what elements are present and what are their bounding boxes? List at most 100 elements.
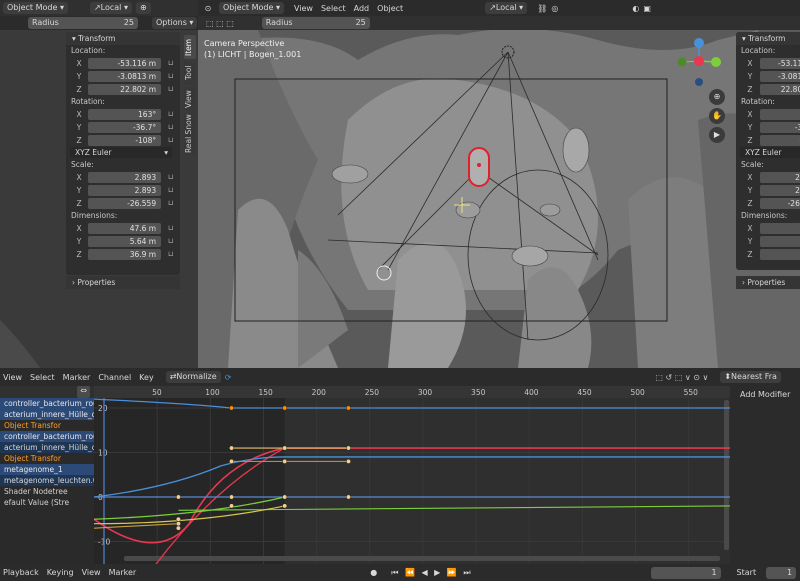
current-frame-field[interactable]: 1 [650, 566, 721, 579]
add-modifier-dropdown[interactable]: Add Modifier [740, 390, 800, 399]
graph-menu-channel[interactable]: Channel [98, 373, 131, 382]
filter-icons[interactable]: ⬚ ↺ ⬚ ∨ ⊙ ∨ [655, 373, 708, 382]
graph-area[interactable]: 5010015020025030035040045050055020100-10 [94, 386, 730, 564]
lock-icon[interactable]: ⊔ [165, 223, 176, 233]
graph-canvas[interactable]: 5010015020025030035040045050055020100-10 [94, 386, 730, 564]
location-x-field[interactable]: -53.116 m [88, 57, 162, 69]
tab-real-snow[interactable]: Real Snow [184, 113, 196, 155]
pivot-dropdown[interactable]: ↗ Local ▾ [89, 2, 132, 14]
rotation-mode-dropdown[interactable]: XYZ Euler ▾ [70, 147, 172, 158]
lock-icon[interactable]: ⊔ [165, 109, 176, 119]
start-frame-field[interactable]: 1 [766, 566, 797, 579]
lock-icon[interactable]: ⊔ [165, 122, 176, 132]
transform-title[interactable]: ▾ Transform [66, 32, 180, 45]
xray-icon[interactable]: ▣ [643, 4, 651, 13]
channel-row[interactable]: metagenome_1 [0, 464, 94, 475]
viewport-mode-dropdown[interactable]: Object Mode ▾ [219, 2, 284, 14]
scale-x-field[interactable]: 2.893 [88, 171, 162, 183]
dimensions-z-field[interactable]: 36.9 m [88, 248, 162, 260]
channel-row[interactable]: Object Transfor [0, 453, 94, 464]
right-location-z-field[interactable]: 22.802 [760, 83, 800, 95]
graph-menu-select[interactable]: Select [30, 373, 55, 382]
select-box-icon[interactable]: ⬚ ⬚ ⬚ [206, 19, 234, 28]
dimensions-x-field[interactable]: 47.6 m [88, 222, 162, 234]
sync-icon[interactable]: ⇔ [77, 386, 90, 398]
options-dropdown[interactable]: Options ▾ [152, 17, 198, 29]
playback-controls[interactable]: ⏮ ⏪ ◀ ▶ ⏩ ⏭ [391, 568, 472, 578]
lock-icon[interactable]: ⊔ [165, 236, 176, 246]
interpolation-dropdown[interactable]: ⬍ Nearest Fra [720, 371, 781, 383]
menu-object[interactable]: Object [377, 4, 403, 13]
right-location-y-field[interactable]: -3.0813 [760, 70, 800, 82]
graph-menu-key[interactable]: Key [139, 373, 154, 382]
menu-add[interactable]: Add [354, 4, 370, 13]
lock-icon[interactable]: ⊔ [165, 249, 176, 259]
menu-timeline-view[interactable]: View [82, 568, 101, 577]
refresh-icon[interactable]: ⟳ [225, 373, 232, 382]
rotation-y-field[interactable]: -36.7° [88, 121, 162, 133]
channel-row[interactable]: Shader Nodetree [0, 486, 94, 497]
radius-field[interactable]: Radius 25 [28, 17, 138, 29]
channel-row[interactable]: Object Transfor [0, 420, 94, 431]
graph-menu-view[interactable]: View [3, 373, 22, 382]
channel-row[interactable]: acterium_innere_Hülle_contro [0, 442, 94, 453]
right-scale-z-field[interactable]: -26.5 [760, 197, 800, 209]
menu-timeline-marker[interactable]: Marker [109, 568, 137, 577]
properties-panel[interactable]: › Properties [66, 276, 180, 289]
navigation-gizmo[interactable] [674, 36, 734, 92]
lock-icon[interactable]: ⊔ [165, 172, 176, 182]
right-scale-x-field[interactable]: 2.8 [760, 171, 800, 183]
right-dimensions-x-field[interactable] [760, 222, 800, 234]
tab-view[interactable]: View [184, 87, 196, 111]
location-y-field[interactable]: -3.0813 m [88, 70, 162, 82]
right-properties-panel[interactable]: › Properties [736, 276, 800, 289]
right-dimensions-z-field[interactable] [760, 248, 800, 260]
proportional-icon[interactable]: ◎ [551, 4, 558, 13]
viewport-pivot-dropdown[interactable]: ↗ Local ▾ [485, 2, 528, 14]
right-rotation-mode[interactable]: XYZ Euler [740, 147, 800, 158]
menu-view[interactable]: View [294, 4, 313, 13]
rotation-z-field[interactable]: -108° [88, 134, 162, 146]
scale-y-field[interactable]: 2.893 [88, 184, 162, 196]
zoom-icon[interactable]: ⊕ [709, 89, 725, 105]
dimensions-y-field[interactable]: 5.64 m [88, 235, 162, 247]
pan-icon[interactable]: ✋ [709, 108, 725, 124]
snap-icon[interactable]: ⊕ [135, 2, 151, 14]
menu-playback[interactable]: Playback [3, 568, 39, 577]
right-transform-title[interactable]: ▾ Transform [736, 32, 800, 45]
right-rotation-y-field[interactable]: -36 [760, 121, 800, 133]
lock-icon[interactable]: ⊔ [165, 135, 176, 145]
channel-row[interactable]: acterium_innere_Hülle_contro [0, 409, 94, 420]
lock-icon[interactable]: ⊔ [165, 71, 176, 81]
channel-row[interactable]: controller_bacterium_roun [0, 431, 94, 442]
scale-z-field[interactable]: -26.559 [88, 197, 162, 209]
cursor-tool-icon[interactable]: ⊙ [201, 4, 215, 13]
rotation-x-field[interactable]: 163° [88, 108, 162, 120]
record-icon[interactable]: ● [370, 568, 377, 577]
graph-menu-marker[interactable]: Marker [63, 373, 91, 382]
location-z-field[interactable]: 22.802 m [88, 83, 162, 95]
channel-row[interactable]: efault Value (Stre [0, 497, 94, 508]
right-location-x-field[interactable]: -53.116 [760, 57, 800, 69]
right-rotation-x-field[interactable]: 1 [760, 108, 800, 120]
shading-icon[interactable]: ◐ [632, 4, 639, 13]
camera-icon[interactable]: ▶ [709, 127, 725, 143]
mode-dropdown[interactable]: Object Mode ▾ [3, 2, 68, 14]
right-rotation-z-field[interactable]: -1 [760, 134, 800, 146]
menu-keying[interactable]: Keying [47, 568, 74, 577]
right-scale-y-field[interactable]: 2.8 [760, 184, 800, 196]
right-dimensions-y-field[interactable] [760, 235, 800, 247]
tab-item[interactable]: Item [184, 35, 196, 59]
lock-icon[interactable]: ⊔ [165, 58, 176, 68]
lock-icon[interactable]: ⊔ [165, 185, 176, 195]
viewport[interactable]: ⊙ Object Mode ▾ View Select Add Object ↗… [198, 0, 800, 368]
lock-icon[interactable]: ⊔ [165, 84, 176, 94]
normalize-toggle[interactable]: ⇄ Normalize [165, 371, 221, 383]
lock-icon[interactable]: ⊔ [165, 198, 176, 208]
tab-tool[interactable]: Tool [184, 61, 196, 85]
channel-row[interactable]: controller_bacterium_roun [0, 398, 94, 409]
link-icon[interactable]: ⛓ [537, 4, 547, 13]
menu-select[interactable]: Select [321, 4, 346, 13]
viewport-radius-field[interactable]: Radius 25 [261, 17, 370, 29]
channel-row[interactable]: metagenome_leuchten.001 [0, 475, 94, 486]
